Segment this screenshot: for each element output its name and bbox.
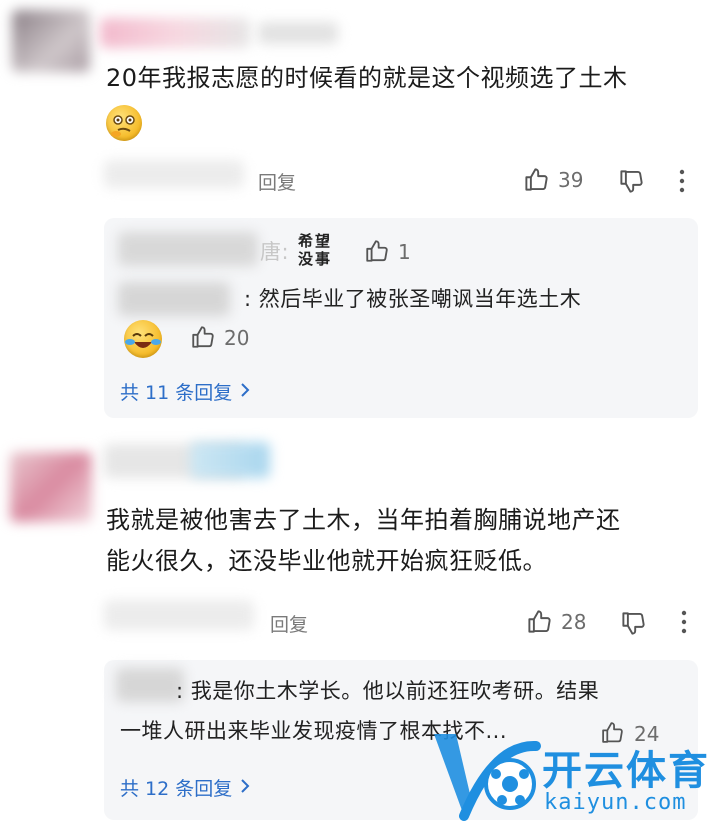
thumbs-up-icon[interactable] — [526, 608, 553, 635]
thinking-emoji-icon — [106, 105, 142, 141]
chevron-right-icon — [238, 778, 252, 798]
watermark-brand: 开云体育 — [542, 748, 710, 794]
kaiyun-logo-icon — [434, 734, 541, 821]
avatar[interactable] — [10, 452, 92, 522]
thumbs-up-icon[interactable] — [523, 166, 550, 193]
username[interactable] — [100, 18, 250, 48]
timestamp — [104, 600, 254, 630]
view-more-replies-label: 共 11 条回复 — [120, 382, 233, 404]
watermark-domain: kaiyun.com — [544, 790, 687, 815]
view-more-replies-label: 共 12 条回复 — [120, 778, 233, 800]
comment-text: 我就是被他害去了土木，当年拍着胸脯说地产还 能火很久，还没毕业他就开始疯狂贬低。 — [106, 506, 621, 575]
username-badge — [190, 442, 270, 478]
thumbs-up-icon[interactable] — [364, 238, 390, 264]
like-count: 28 — [561, 610, 587, 634]
thumbs-down-icon[interactable] — [620, 610, 647, 637]
reply-username[interactable] — [116, 668, 184, 702]
reply-text: : 然后毕业了被张圣嘲讽当年选土木 — [244, 287, 582, 311]
reply-username[interactable] — [118, 232, 258, 266]
thumbs-down-icon[interactable] — [618, 168, 645, 195]
view-more-replies-link[interactable]: 共 12 条回复 — [120, 774, 252, 801]
reply-username-suffix: 唐: — [260, 240, 290, 264]
reply-text: : 我是你土木学长。他以前还狂吹考研。结果 — [176, 679, 600, 703]
like-count: 20 — [224, 326, 250, 350]
reply-button[interactable]: 回复 — [270, 610, 308, 637]
avatar[interactable] — [12, 10, 90, 72]
view-more-replies-link[interactable]: 共 11 条回复 — [120, 378, 252, 405]
like-count: 1 — [398, 240, 411, 264]
chevron-right-icon — [238, 382, 252, 402]
comment-text: 20年我报志愿的时候看的就是这个视频选了土木 — [106, 64, 628, 92]
watermark-logo: 开云体育 kaiyun.com — [424, 724, 720, 832]
reply-username[interactable] — [118, 282, 230, 316]
timestamp — [104, 160, 244, 188]
reply-button[interactable]: 回复 — [258, 168, 296, 195]
username-badge — [258, 22, 338, 44]
thumbs-up-icon[interactable] — [190, 324, 216, 350]
like-count: 39 — [558, 168, 584, 192]
more-vertical-icon[interactable] — [677, 609, 691, 635]
more-vertical-icon[interactable] — [675, 168, 689, 194]
crying-laughing-emoji-icon — [124, 320, 162, 358]
sticker-image: 希望没事 — [298, 232, 333, 268]
